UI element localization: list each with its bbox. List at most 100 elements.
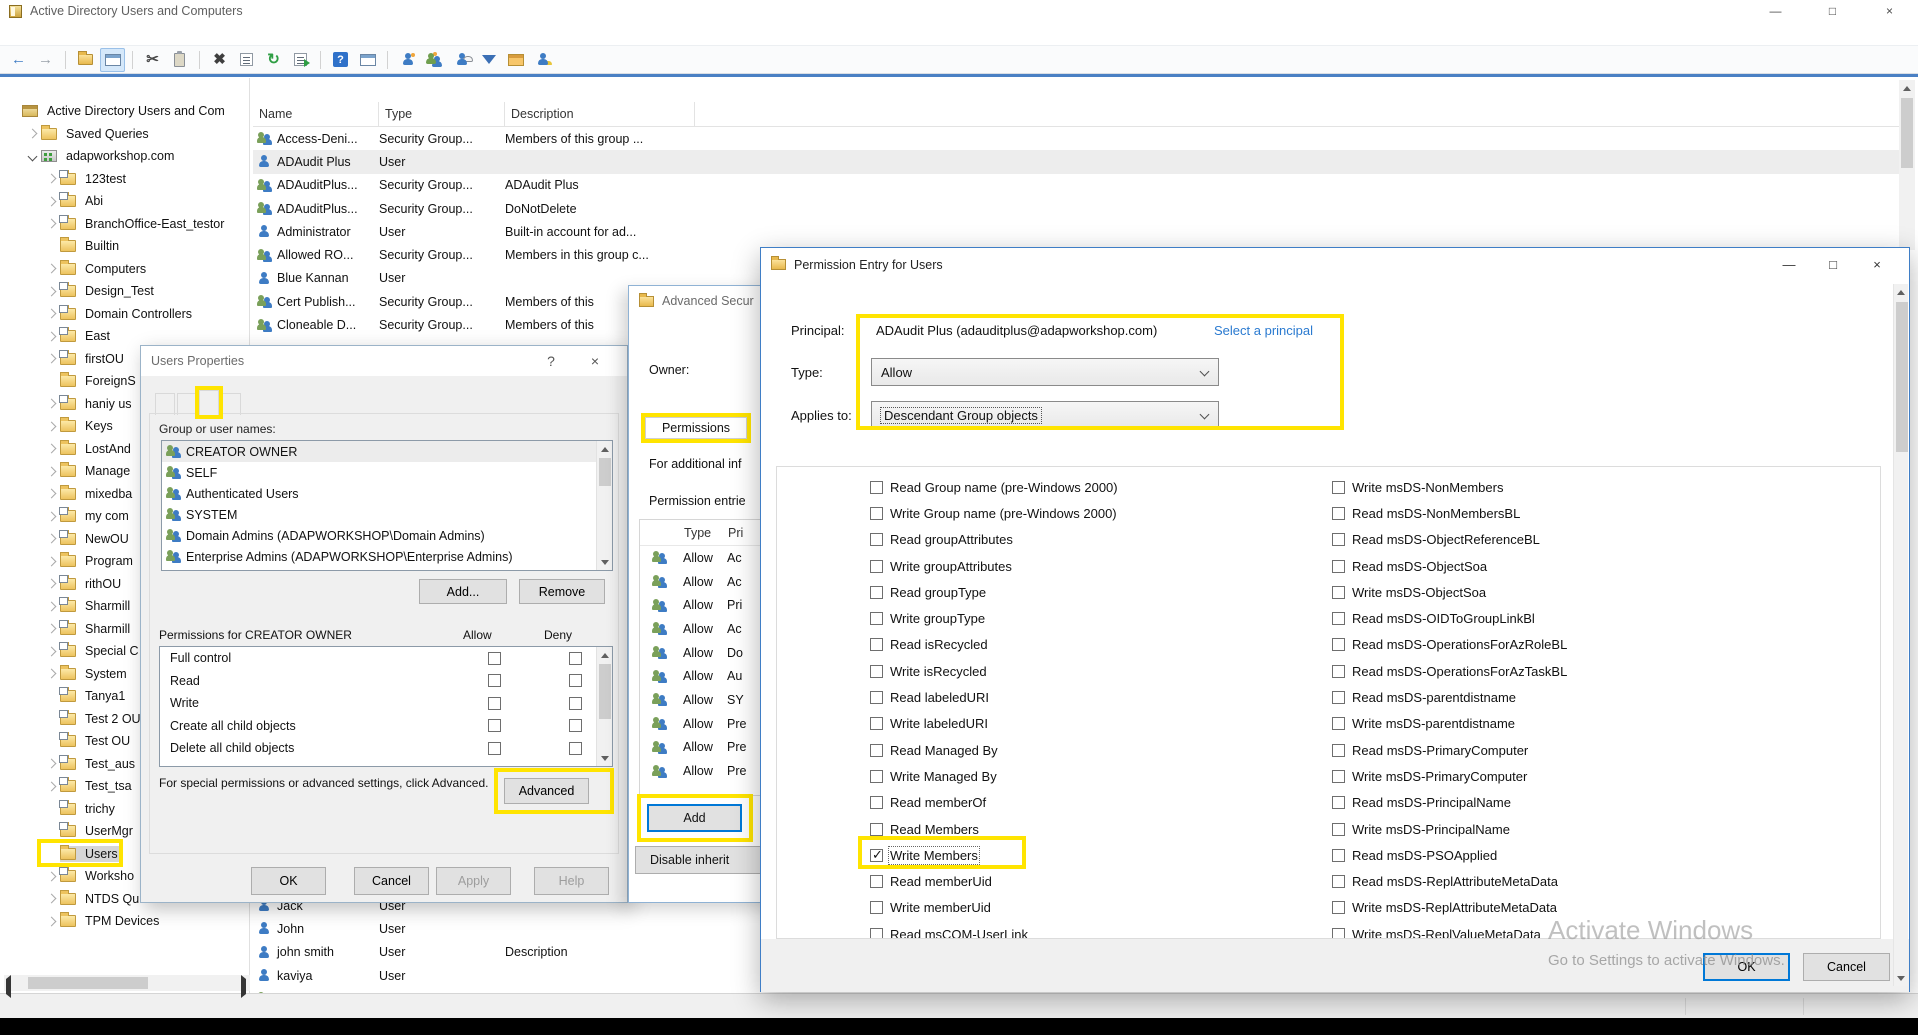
scrollbar[interactable] xyxy=(596,441,612,570)
expander-icon[interactable] xyxy=(47,219,57,229)
tree-item[interactable]: Builtin xyxy=(4,235,249,258)
group-list-item[interactable]: Domain Admins (ADAPWORKSHOP\Domain Admin… xyxy=(162,525,612,546)
group-list-item[interactable]: SYSTEM xyxy=(162,504,612,525)
checkbox[interactable] xyxy=(870,612,883,625)
checkbox[interactable] xyxy=(870,533,883,546)
permissions-tab[interactable]: Permissions xyxy=(645,417,747,439)
expander-icon[interactable] xyxy=(47,556,57,566)
ok-button[interactable]: OK xyxy=(1703,953,1790,981)
allow-checkbox[interactable] xyxy=(488,719,501,732)
add-button[interactable]: Add... xyxy=(419,579,507,604)
ADAuditPlus...[interactable]: ADAuditPlus... Security Group... ADAudit… xyxy=(253,174,1899,197)
group-list-item[interactable]: Authenticated Users xyxy=(162,483,612,504)
checkbox[interactable] xyxy=(870,875,883,888)
expander-icon[interactable] xyxy=(47,196,57,206)
ADAuditPlus...[interactable]: ADAuditPlus... Security Group... DoNotDe… xyxy=(253,197,1899,220)
scrollbar-thumb[interactable] xyxy=(599,664,611,719)
deny-checkbox[interactable] xyxy=(569,719,582,732)
checkbox[interactable] xyxy=(870,481,883,494)
checkbox[interactable] xyxy=(1332,691,1345,704)
add-member-icon[interactable] xyxy=(449,48,474,72)
expander-icon[interactable] xyxy=(47,309,57,319)
checkbox[interactable] xyxy=(1332,481,1345,494)
checkbox[interactable] xyxy=(1332,665,1345,678)
expander-icon[interactable] xyxy=(47,511,57,521)
checkbox[interactable] xyxy=(870,928,883,939)
maximize-button[interactable]: □ xyxy=(1804,0,1861,22)
tree-horizontal-scrollbar[interactable] xyxy=(4,975,250,991)
checkbox[interactable] xyxy=(1332,770,1345,783)
close-icon[interactable]: × xyxy=(1855,250,1899,280)
expander-icon[interactable] xyxy=(47,489,57,499)
tree-item[interactable]: Saved Queries xyxy=(4,123,249,146)
expander-icon[interactable] xyxy=(47,601,57,611)
tree-item[interactable]: adapworkshop.com xyxy=(4,145,249,168)
advanced-button[interactable]: Advanced xyxy=(504,778,589,804)
checkbox[interactable] xyxy=(870,823,883,836)
principal-column-header[interactable]: Pri xyxy=(728,526,743,540)
checkbox[interactable] xyxy=(870,849,883,862)
deny-checkbox[interactable] xyxy=(569,697,582,710)
expander-icon[interactable] xyxy=(47,331,57,341)
applies-to-dropdown[interactable]: Descendant Group objects xyxy=(871,401,1219,429)
tab[interactable] xyxy=(221,393,241,415)
remove-button[interactable]: Remove xyxy=(519,579,605,604)
show-console-tree-icon[interactable] xyxy=(100,48,125,72)
refresh-icon[interactable]: ↻ xyxy=(261,48,286,72)
expander-icon[interactable] xyxy=(28,129,38,139)
checkbox[interactable] xyxy=(1332,928,1345,939)
close-button[interactable]: × xyxy=(1861,0,1918,22)
checkbox[interactable] xyxy=(870,691,883,704)
cancel-button[interactable]: Cancel xyxy=(354,867,429,895)
checkbox[interactable] xyxy=(1332,638,1345,651)
select-principal-link[interactable]: Select a principal xyxy=(1214,323,1313,338)
cut-icon[interactable]: ✂ xyxy=(140,48,165,72)
checkbox[interactable] xyxy=(870,638,883,651)
expander-icon[interactable] xyxy=(47,399,57,409)
tab[interactable] xyxy=(199,390,219,415)
back-icon[interactable]: ← xyxy=(6,48,31,72)
expander-icon[interactable] xyxy=(28,151,38,161)
checkbox[interactable] xyxy=(1332,901,1345,914)
forward-icon[interactable]: → xyxy=(33,48,58,72)
delete-icon[interactable]: ✖ xyxy=(207,48,232,72)
checkbox[interactable] xyxy=(1332,507,1345,520)
window-icon[interactable] xyxy=(355,48,380,72)
checkbox[interactable] xyxy=(1332,612,1345,625)
Access-Deni...[interactable]: Access-Deni... Security Group... Members… xyxy=(253,127,1899,150)
tree-item[interactable]: 123test xyxy=(4,168,249,191)
checkbox[interactable] xyxy=(1332,744,1345,757)
checkbox[interactable] xyxy=(870,796,883,809)
group-list-item[interactable]: Enterprise Admins (ADAPWORKSHOP\Enterpri… xyxy=(162,546,612,567)
scrollbar-thumb[interactable] xyxy=(28,977,148,989)
expander-icon[interactable] xyxy=(47,579,57,589)
find-window-icon[interactable] xyxy=(503,48,528,72)
properties-icon[interactable] xyxy=(234,48,259,72)
tab[interactable] xyxy=(155,393,175,415)
dialog-vertical-scrollbar[interactable] xyxy=(1893,284,1908,986)
expander-icon[interactable] xyxy=(47,534,57,544)
type-dropdown[interactable]: Allow xyxy=(871,358,1219,386)
column-header-type[interactable]: Type xyxy=(379,102,505,126)
deny-checkbox[interactable] xyxy=(569,742,582,755)
tree-item[interactable]: Domain Controllers xyxy=(4,303,249,326)
list-vertical-scrollbar[interactable] xyxy=(1899,80,1915,250)
expander-icon[interactable] xyxy=(47,264,57,274)
tree-item[interactable]: TPM Devices xyxy=(4,910,249,933)
checkbox[interactable] xyxy=(870,507,883,520)
scroll-down-icon[interactable] xyxy=(597,554,612,570)
Administrator[interactable]: Administrator User Built-in account for … xyxy=(253,220,1899,243)
type-column-header[interactable]: Type xyxy=(684,526,728,540)
help-button[interactable]: ? xyxy=(529,347,573,375)
tree-item[interactable]: BranchOffice-East_testor xyxy=(4,213,249,236)
up-one-level-icon[interactable] xyxy=(73,48,98,72)
deny-checkbox[interactable] xyxy=(569,674,582,687)
help-button[interactable]: Help xyxy=(534,867,609,895)
scroll-up-icon[interactable] xyxy=(597,647,612,663)
checkbox[interactable] xyxy=(1332,533,1345,546)
scroll-up-icon[interactable] xyxy=(597,441,612,457)
expander-icon[interactable] xyxy=(47,466,57,476)
ok-button[interactable]: OK xyxy=(251,867,326,895)
scrollbar[interactable] xyxy=(596,647,612,766)
group-list-item[interactable]: SELF xyxy=(162,462,612,483)
